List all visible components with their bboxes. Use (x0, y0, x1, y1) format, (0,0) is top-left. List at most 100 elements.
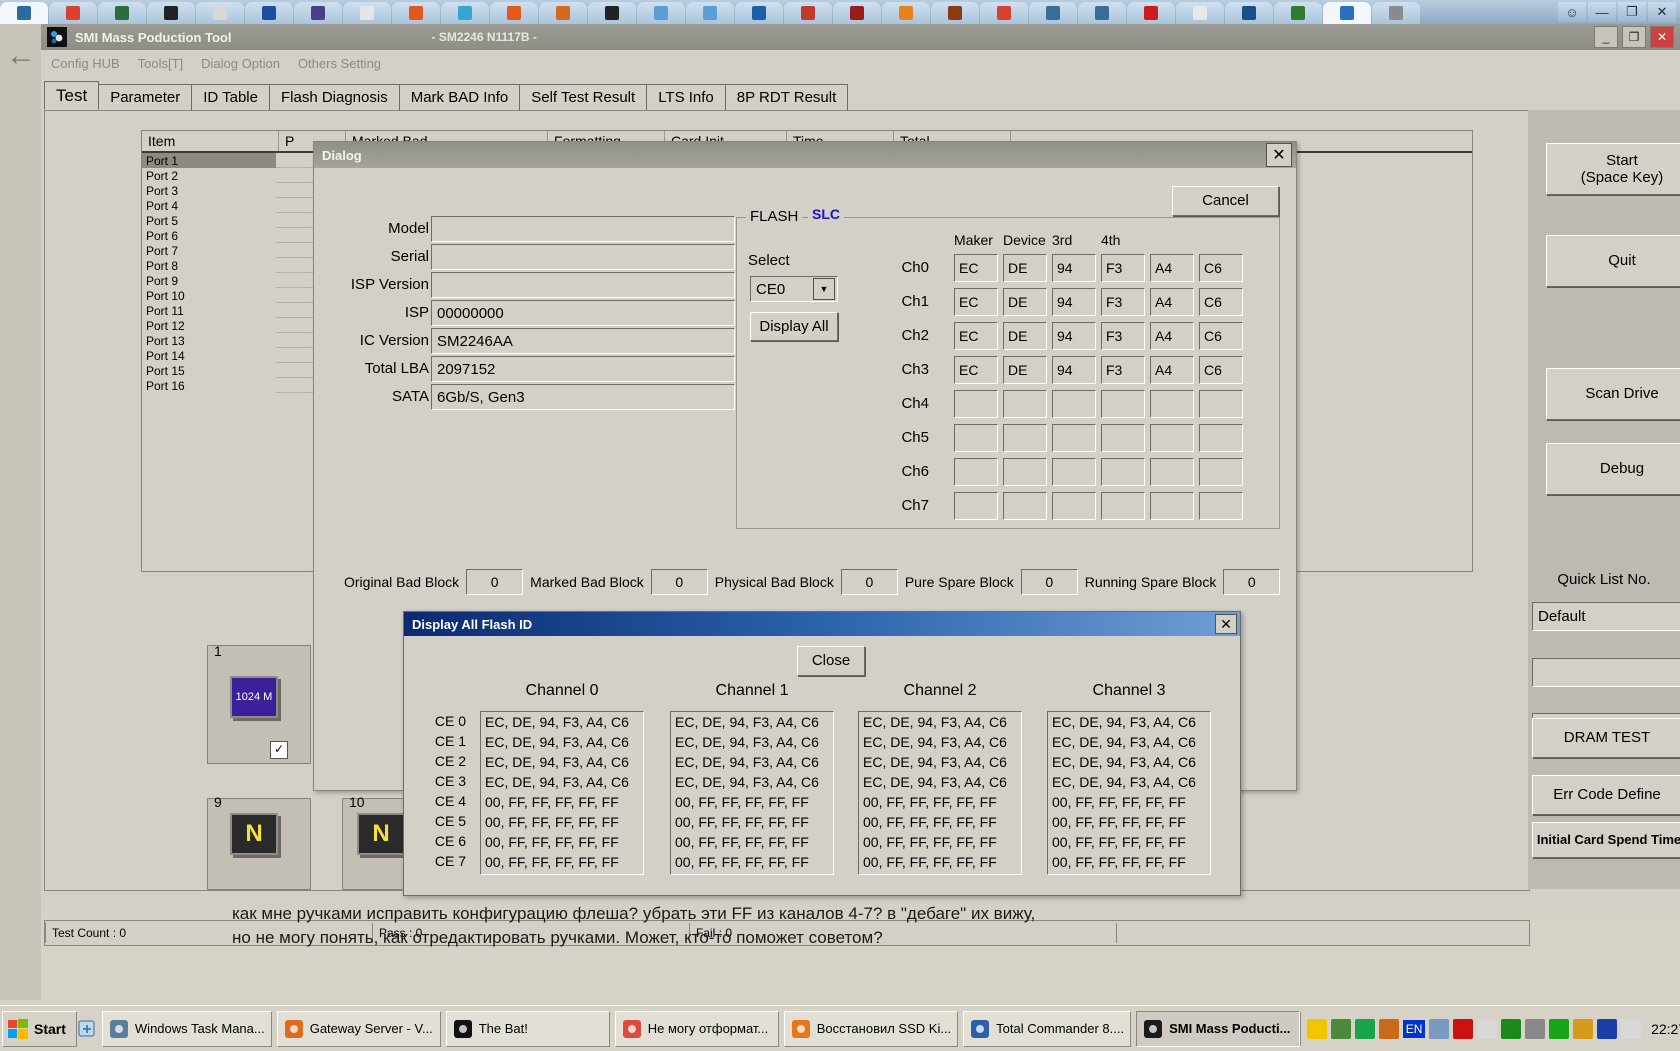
flash-id-cell[interactable]: EC (954, 254, 998, 282)
drive-slot-10[interactable]: N (342, 798, 406, 890)
browser-tab[interactable] (931, 2, 979, 24)
quick-list-field-2[interactable] (1532, 658, 1680, 687)
ce-select-dropdown[interactable]: CE0 ▼ (750, 276, 838, 302)
flash-id-cell[interactable]: A4 (1150, 356, 1194, 384)
flash-id-cell[interactable] (1150, 492, 1194, 520)
initial-card-spend-time-button[interactable]: Initial Card Spend Time (1532, 822, 1680, 858)
flash-id-cell[interactable]: 94 (1052, 356, 1096, 384)
flash-id-cell[interactable]: DE (1003, 254, 1047, 282)
back-arrow-icon[interactable]: ← (6, 38, 36, 74)
flash-id-cell[interactable]: 94 (1052, 288, 1096, 316)
browser-tab[interactable] (392, 2, 440, 24)
wheel-icon[interactable] (1525, 1018, 1546, 1039)
taskbar-button[interactable]: Gateway Server - V... (276, 1010, 441, 1047)
flash-id-cell[interactable] (1003, 390, 1047, 418)
target-icon[interactable] (1597, 1018, 1618, 1039)
flash-id-cell[interactable]: 94 (1052, 254, 1096, 282)
flash-id-cell[interactable]: F3 (1101, 356, 1145, 384)
system-tray[interactable]: EN 22:27 (1300, 1011, 1680, 1046)
cancel-button[interactable]: Cancel (1172, 186, 1279, 216)
display-all-button[interactable]: Display All (750, 312, 838, 341)
start-button-taskbar[interactable]: Start (2, 1010, 77, 1047)
tab-flash-diagnosis[interactable]: Flash Diagnosis (268, 84, 400, 110)
warning-icon[interactable] (1307, 1018, 1328, 1039)
browser-tab[interactable] (1225, 2, 1273, 24)
app-titlebar[interactable]: SMI Mass Poduction Tool - SM2246 N1117B … (41, 24, 1680, 50)
browser-minimize-button[interactable]: — (1588, 2, 1616, 22)
molecule-icon[interactable] (1477, 1018, 1498, 1039)
dialog-titlebar[interactable]: Dialog ✕ (314, 142, 1296, 168)
taskbar-button[interactable]: Total Commander 8.... (963, 1010, 1132, 1047)
browser-tab[interactable] (490, 2, 538, 24)
err-code-define-button[interactable]: Err Code Define (1532, 775, 1680, 815)
flash-id-cell[interactable]: C6 (1199, 254, 1243, 282)
field-value-isp[interactable]: 00000000 (431, 300, 735, 326)
flash-id-cell[interactable] (1003, 458, 1047, 486)
browser-tab[interactable] (735, 2, 783, 24)
drive-1-checkbox[interactable]: ✓ (270, 741, 288, 759)
close-button[interactable]: Close (797, 646, 865, 676)
block-value-pure-spare-block[interactable]: 0 (1020, 569, 1078, 595)
flash-id-channel-list[interactable]: EC, DE, 94, F3, A4, C6 EC, DE, 94, F3, A4… (670, 711, 834, 875)
flash-id-cell[interactable]: A4 (1150, 322, 1194, 350)
flash-id-cell[interactable]: C6 (1199, 322, 1243, 350)
port-column-header[interactable]: Item (142, 131, 279, 151)
flash-id-close-icon[interactable]: ✕ (1215, 614, 1237, 634)
tab-self-test-result[interactable]: Self Test Result (519, 84, 648, 110)
block-value-original-bad-block[interactable]: 0 (466, 569, 524, 595)
browser-tab[interactable] (49, 2, 97, 24)
taskbar-button[interactable]: Windows Task Mana... (101, 1010, 272, 1047)
browser-tab[interactable] (980, 2, 1028, 24)
flash-id-cell[interactable] (1003, 424, 1047, 452)
tab-parameter[interactable]: Parameter (98, 84, 193, 110)
windows-taskbar[interactable]: Start Windows Task Mana... Gateway Server… (0, 1005, 1680, 1051)
browser-tab[interactable] (0, 2, 48, 24)
flash-id-cell[interactable]: A4 (1150, 254, 1194, 282)
menu-item-dialog-option[interactable]: Dialog Option (201, 56, 280, 71)
browser-tab[interactable] (833, 2, 881, 24)
field-value-total-lba[interactable]: 2097152 (431, 356, 735, 382)
browser-tab[interactable] (637, 2, 685, 24)
debug-button[interactable]: Debug (1546, 443, 1680, 495)
browser-tab[interactable] (1176, 2, 1224, 24)
flash-id-cell[interactable] (1150, 390, 1194, 418)
browser-tab[interactable] (1323, 2, 1371, 24)
browser-tab[interactable] (98, 2, 146, 24)
flash-id-cell[interactable]: F3 (1101, 322, 1145, 350)
flash-id-cell[interactable]: F3 (1101, 254, 1145, 282)
browser-tab-strip[interactable]: ☺ — ❐ ✕ (0, 0, 1680, 24)
field-value-model[interactable] (431, 216, 735, 242)
app-minimize-button[interactable]: _ (1594, 26, 1618, 48)
browser-tab[interactable] (1372, 2, 1420, 24)
flash-id-cell[interactable] (1150, 458, 1194, 486)
flash-id-channel-list[interactable]: EC, DE, 94, F3, A4, C6 EC, DE, 94, F3, A4… (1047, 711, 1211, 875)
field-value-serial[interactable] (431, 244, 735, 270)
language-icon[interactable]: EN (1403, 1019, 1426, 1038)
show-desktop-icon[interactable] (77, 1012, 97, 1046)
antivirus-icon[interactable] (1453, 1018, 1474, 1039)
browser-tab[interactable] (245, 2, 293, 24)
flash-id-cell[interactable] (954, 458, 998, 486)
app-tabstrip[interactable]: Test Parameter ID Table Flash Diagnosis Mark… (44, 81, 849, 110)
menu-item-config-hub[interactable]: Config HUB (51, 56, 120, 71)
tab-test[interactable]: Test (44, 81, 100, 110)
flash-id-cell[interactable]: DE (1003, 322, 1047, 350)
flash-id-cell[interactable] (1101, 390, 1145, 418)
browser-tab[interactable] (882, 2, 930, 24)
flash-id-cell[interactable]: A4 (1150, 288, 1194, 316)
flash-id-cell[interactable] (1101, 458, 1145, 486)
block-value-marked-bad-block[interactable]: 0 (650, 569, 708, 595)
browser-tab[interactable] (196, 2, 244, 24)
start-button[interactable]: Start (Space Key) (1546, 143, 1680, 195)
flash-id-cell[interactable] (1199, 424, 1243, 452)
flash-id-cell[interactable]: C6 (1199, 356, 1243, 384)
tab-8p-rdt-result[interactable]: 8P RDT Result (724, 84, 849, 110)
flash-id-cell[interactable] (954, 390, 998, 418)
tab-id-table[interactable]: ID Table (191, 84, 270, 110)
scan-drive-button[interactable]: Scan Drive (1546, 368, 1680, 420)
user-icon[interactable] (1429, 1018, 1450, 1039)
block-value-physical-bad-block[interactable]: 0 (840, 569, 898, 595)
flash-id-cell[interactable] (1052, 390, 1096, 418)
dialog-close-icon[interactable]: ✕ (1266, 143, 1292, 167)
utorrent-icon[interactable] (1355, 1018, 1376, 1039)
